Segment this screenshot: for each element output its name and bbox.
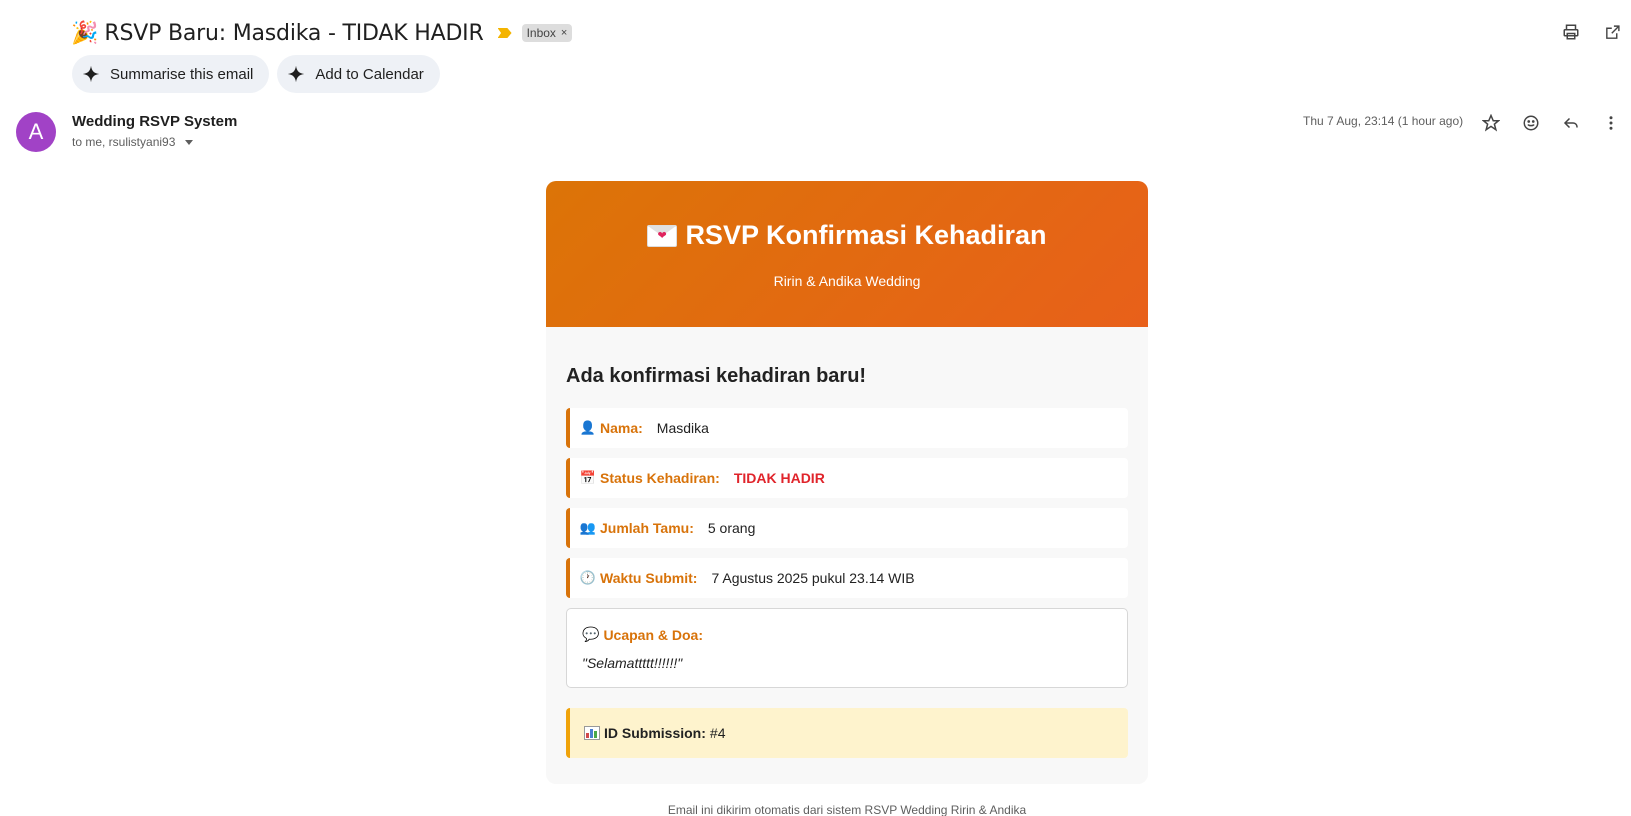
submission-id-label: ID Submission: [604, 725, 706, 741]
subject-row: 🎉 RSVP Baru: Masdika - TIDAK HADIR Inbox… [71, 18, 573, 48]
inbox-label-text: Inbox [526, 26, 556, 40]
sender-name[interactable]: Wedding RSVP System [72, 113, 237, 130]
email-card: RSVP Konfirmasi Kehadiran Ririn & Andika… [546, 181, 1148, 784]
email-header-banner: RSVP Konfirmasi Kehadiran Ririn & Andika… [546, 181, 1148, 327]
field-value: 5 orang [707, 520, 756, 536]
people-icon: 👥 [579, 520, 597, 535]
reply-icon[interactable] [1560, 112, 1582, 134]
inbox-label-chip[interactable]: Inbox × [521, 24, 573, 42]
smart-actions: Summarise this email Add to Calendar [72, 55, 440, 93]
field-jumlah-tamu: 👥 Jumlah Tamu: 5 orang [566, 508, 1128, 548]
message-label: Ucapan & Doa: [603, 626, 704, 643]
more-options-icon[interactable] [1600, 112, 1622, 134]
calendar-icon: 📅 [579, 470, 597, 485]
submission-id-box: ID Submission: #4 [566, 708, 1128, 758]
field-label: Status Kehadiran: [600, 470, 720, 486]
open-in-new-window-icon[interactable] [1601, 21, 1623, 43]
header-title-row: RSVP Konfirmasi Kehadiran [546, 181, 1148, 251]
emoji-reaction-icon[interactable] [1520, 112, 1542, 134]
avatar[interactable]: A [16, 112, 56, 152]
show-details-chevron-icon[interactable] [185, 139, 194, 145]
body-heading: Ada konfirmasi kehadiran baru! [566, 365, 867, 387]
message-label-row: 💬 Ucapan & Doa: [582, 626, 1112, 643]
printer-icon[interactable] [1560, 21, 1582, 43]
header-title: RSVP Konfirmasi Kehadiran [685, 220, 1047, 250]
email-footer-note: Email ini dikirim otomatis dari sistem R… [667, 803, 1027, 816]
person-icon: 👤 [579, 420, 597, 435]
status-value: TIDAK HADIR [733, 470, 825, 486]
love-letter-icon [647, 224, 678, 247]
sparkle-icon [288, 65, 305, 83]
header-subtitle: Ririn & Andika Wedding [773, 273, 921, 289]
star-icon[interactable] [1480, 112, 1502, 134]
clock-icon: 🕐 [579, 570, 597, 585]
email-body: Ada konfirmasi kehadiran baru! 👤 Nama: M… [546, 327, 1148, 784]
sparkle-icon [82, 65, 100, 83]
field-waktu-submit: 🕐 Waktu Submit: 7 Agustus 2025 pukul 23.… [566, 558, 1128, 598]
field-value: Masdika [656, 420, 709, 436]
speech-bubble-icon: 💬 [582, 626, 600, 642]
field-label: Waktu Submit: [600, 570, 698, 586]
field-label: Jumlah Tamu: [600, 520, 694, 536]
summarise-email-label: Summarise this email [110, 65, 254, 83]
field-status-kehadiran: 📅 Status Kehadiran: TIDAK HADIR [566, 458, 1128, 498]
summarise-email-button[interactable]: Summarise this email [72, 55, 270, 93]
message-box: 💬 Ucapan & Doa: "Selamattttt!!!!!!" [566, 608, 1128, 688]
importance-marker-icon[interactable] [497, 28, 512, 38]
recipients: to me, rsulistyani93 [72, 135, 194, 149]
submission-id-value: #4 [709, 725, 726, 741]
message-text: "Selamattttt!!!!!!" [582, 655, 683, 671]
bar-chart-icon [584, 726, 600, 740]
email-date: Thu 7 Aug, 23:14 (1 hour ago) [1303, 114, 1464, 128]
add-to-calendar-label: Add to Calendar [315, 65, 424, 83]
recipients-text: to me, rsulistyani93 [72, 135, 176, 149]
field-value: 7 Agustus 2025 pukul 23.14 WIB [711, 570, 915, 586]
field-nama: 👤 Nama: Masdika [566, 408, 1128, 448]
top-actions [1560, 21, 1631, 43]
email-subject: RSVP Baru: Masdika - TIDAK HADIR [104, 20, 484, 46]
add-to-calendar-button[interactable]: Add to Calendar [277, 55, 440, 93]
message-actions [1480, 112, 1622, 134]
field-label: Nama: [600, 420, 643, 436]
remove-label-button[interactable]: × [561, 27, 567, 39]
party-popper-icon: 🎉 [71, 20, 99, 45]
